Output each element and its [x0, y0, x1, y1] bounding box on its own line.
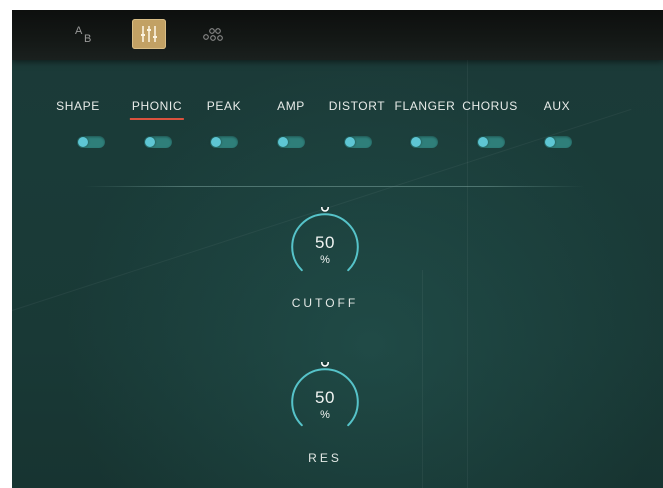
cutoff-unit: %	[320, 254, 330, 266]
top-toolbar: A B	[12, 10, 663, 60]
tab-aux[interactable]: AUX	[544, 99, 570, 113]
res-unit: %	[320, 409, 330, 421]
toggle-amp[interactable]	[277, 136, 305, 148]
toggle-knob	[145, 137, 155, 147]
res-label: RES	[308, 451, 342, 465]
res-value: 50	[315, 388, 335, 407]
tab-flanger[interactable]: FLANGER	[395, 99, 456, 113]
toggle-knob	[411, 137, 421, 147]
mixer-sliders-icon	[141, 26, 157, 42]
svg-text:A: A	[75, 25, 83, 37]
tab-amp[interactable]: AMP	[277, 99, 305, 113]
res-knob[interactable]: 50 %	[285, 362, 365, 442]
toggle-knob	[345, 137, 355, 147]
plugin-window: A B SHAPE PHONIC PEAK AMP DISTORT FLANGE…	[12, 10, 663, 488]
mixer-button[interactable]	[132, 19, 166, 49]
nodes-icon	[203, 28, 223, 41]
toggle-knob	[278, 137, 288, 147]
toggle-knob	[211, 137, 221, 147]
toggle-distort[interactable]	[344, 136, 372, 148]
toggle-peak[interactable]	[210, 136, 238, 148]
toggle-knob	[545, 137, 555, 147]
ab-compare-button[interactable]: A B	[70, 19, 104, 49]
toggle-chorus[interactable]	[477, 136, 505, 148]
toggle-flanger[interactable]	[410, 136, 438, 148]
tab-chorus[interactable]: CHORUS	[462, 99, 518, 113]
svg-text:B: B	[84, 33, 91, 45]
ab-compare-icon: A B	[75, 25, 91, 45]
tab-phonic[interactable]: PHONIC	[129, 99, 185, 120]
texture-line	[422, 270, 423, 488]
toggle-shape[interactable]	[77, 136, 105, 148]
cutoff-label: CUTOFF	[291, 296, 359, 310]
cutoff-value: 50	[315, 233, 335, 252]
tab-shape[interactable]: SHAPE	[56, 99, 100, 113]
tab-peak[interactable]: PEAK	[207, 99, 241, 113]
cutoff-knob[interactable]: 50 %	[285, 207, 365, 287]
section-divider	[84, 186, 584, 187]
toggle-knob	[78, 137, 88, 147]
toggle-knob	[478, 137, 488, 147]
toggle-phonic[interactable]	[144, 136, 172, 148]
texture-line	[467, 60, 468, 488]
toggle-aux[interactable]	[544, 136, 572, 148]
tab-distort[interactable]: DISTORT	[329, 99, 385, 113]
nodes-button[interactable]	[198, 19, 232, 49]
